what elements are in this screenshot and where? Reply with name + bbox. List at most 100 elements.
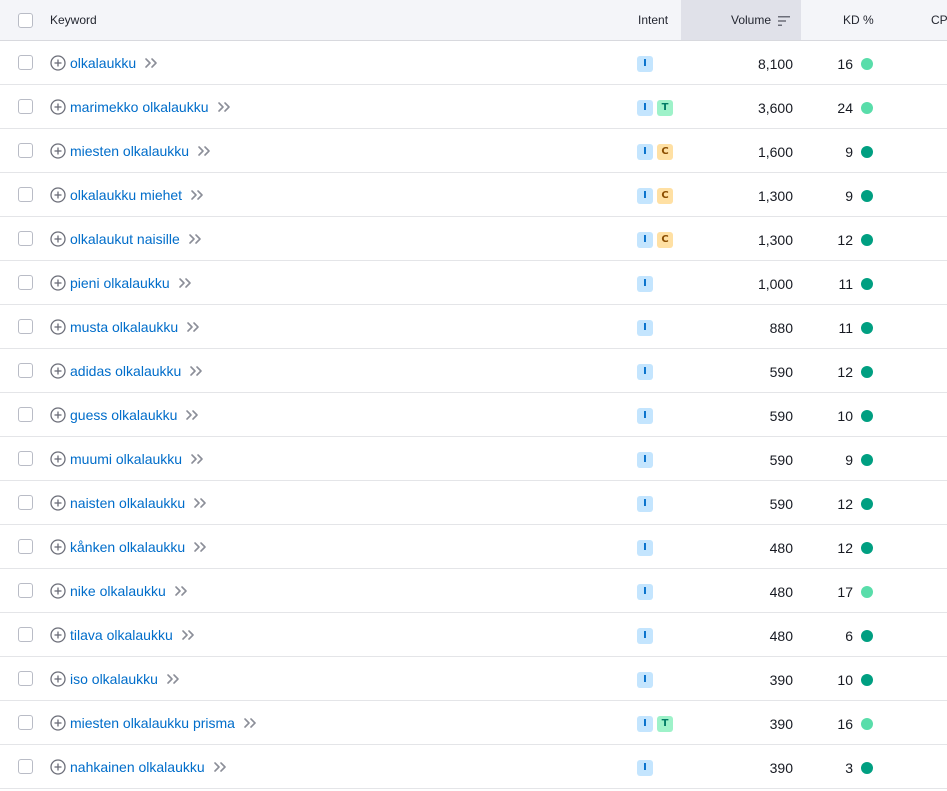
keyword-overview-chevrons-icon[interactable] — [213, 761, 227, 773]
volume-column-header[interactable]: Volume — [731, 0, 791, 40]
keyword-link[interactable]: tilava olkalaukku — [70, 627, 173, 643]
add-to-list-plus-icon[interactable] — [50, 495, 66, 511]
intent-badge-I[interactable]: I — [637, 540, 653, 556]
intent-badge-C[interactable]: C — [657, 144, 673, 160]
row-checkbox[interactable] — [18, 759, 33, 774]
kd-column-header[interactable]: KD % — [843, 0, 874, 40]
row-checkbox[interactable] — [18, 99, 33, 114]
add-to-list-plus-icon[interactable] — [50, 715, 66, 731]
keyword-link[interactable]: adidas olkalaukku — [70, 363, 181, 379]
add-to-list-plus-icon[interactable] — [50, 99, 66, 115]
keyword-overview-chevrons-icon[interactable] — [197, 145, 211, 157]
intent-badge-I[interactable]: I — [637, 672, 653, 688]
row-checkbox[interactable] — [18, 451, 33, 466]
cpc-column-header[interactable]: CP — [931, 0, 947, 40]
keyword-link[interactable]: nike olkalaukku — [70, 583, 166, 599]
row-checkbox[interactable] — [18, 539, 33, 554]
intent-badge-I[interactable]: I — [637, 276, 653, 292]
add-to-list-plus-icon[interactable] — [50, 539, 66, 555]
intent-badge-I[interactable]: I — [637, 100, 653, 116]
intent-badge-T[interactable]: T — [657, 100, 673, 116]
keyword-overview-chevrons-icon[interactable] — [181, 629, 195, 641]
add-to-list-plus-icon[interactable] — [50, 583, 66, 599]
keyword-link[interactable]: olkalaukut naisille — [70, 231, 180, 247]
add-to-list-plus-icon[interactable] — [50, 451, 66, 467]
add-to-list-plus-icon[interactable] — [50, 275, 66, 291]
keyword-overview-chevrons-icon[interactable] — [178, 277, 192, 289]
keyword-overview-chevrons-icon[interactable] — [190, 453, 204, 465]
intent-badge-I[interactable]: I — [637, 364, 653, 380]
row-checkbox[interactable] — [18, 627, 33, 642]
intent-badge-T[interactable]: T — [657, 716, 673, 732]
keyword-overview-chevrons-icon[interactable] — [243, 717, 257, 729]
keyword-overview-chevrons-icon[interactable] — [186, 321, 200, 333]
keyword-link[interactable]: naisten olkalaukku — [70, 495, 185, 511]
row-checkbox[interactable] — [18, 715, 33, 730]
keyword-link[interactable]: guess olkalaukku — [70, 407, 177, 423]
row-checkbox[interactable] — [18, 143, 33, 158]
keyword-link[interactable]: pieni olkalaukku — [70, 275, 170, 291]
intent-badge-I[interactable]: I — [637, 144, 653, 160]
intent-badge-I[interactable]: I — [637, 188, 653, 204]
keyword-link[interactable]: marimekko olkalaukku — [70, 99, 209, 115]
row-checkbox[interactable] — [18, 231, 33, 246]
intent-badge-I[interactable]: I — [637, 452, 653, 468]
keyword-link[interactable]: muumi olkalaukku — [70, 451, 182, 467]
volume-value: 480 — [769, 584, 793, 600]
keyword-overview-chevrons-icon[interactable] — [166, 673, 180, 685]
keyword-link[interactable]: kånken olkalaukku — [70, 539, 185, 555]
keyword-cell: olkalaukku miehet — [70, 173, 204, 217]
keyword-overview-chevrons-icon[interactable] — [190, 189, 204, 201]
intent-badge-C[interactable]: C — [657, 188, 673, 204]
intent-column-header[interactable]: Intent — [638, 0, 668, 40]
intent-badge-I[interactable]: I — [637, 496, 653, 512]
intent-badge-I[interactable]: I — [637, 232, 653, 248]
add-to-list-plus-icon[interactable] — [50, 231, 66, 247]
keyword-link[interactable]: olkalaukku miehet — [70, 187, 182, 203]
row-checkbox[interactable] — [18, 495, 33, 510]
keyword-overview-chevrons-icon[interactable] — [193, 497, 207, 509]
row-checkbox[interactable] — [18, 319, 33, 334]
row-checkbox[interactable] — [18, 187, 33, 202]
sort-descending-icon[interactable] — [777, 15, 791, 27]
keyword-overview-chevrons-icon[interactable] — [188, 233, 202, 245]
row-checkbox[interactable] — [18, 55, 33, 70]
keyword-overview-chevrons-icon[interactable] — [144, 57, 158, 69]
row-checkbox[interactable] — [18, 671, 33, 686]
intent-badge-C[interactable]: C — [657, 232, 673, 248]
add-to-list-plus-icon[interactable] — [50, 319, 66, 335]
keyword-link[interactable]: miesten olkalaukku — [70, 143, 189, 159]
keyword-overview-chevrons-icon[interactable] — [174, 585, 188, 597]
add-to-list-plus-icon[interactable] — [50, 55, 66, 71]
add-to-list-plus-icon[interactable] — [50, 363, 66, 379]
row-checkbox[interactable] — [18, 407, 33, 422]
keyword-link[interactable]: musta olkalaukku — [70, 319, 178, 335]
intent-badge-I[interactable]: I — [637, 716, 653, 732]
keyword-column-header[interactable]: Keyword — [50, 0, 97, 40]
add-to-list-plus-icon[interactable] — [50, 671, 66, 687]
intent-badge-I[interactable]: I — [637, 760, 653, 776]
select-all-checkbox[interactable] — [18, 13, 33, 28]
keyword-overview-chevrons-icon[interactable] — [217, 101, 231, 113]
keyword-link[interactable]: miesten olkalaukku prisma — [70, 715, 235, 731]
keyword-link[interactable]: iso olkalaukku — [70, 671, 158, 687]
add-to-list-plus-icon[interactable] — [50, 143, 66, 159]
add-to-list-plus-icon[interactable] — [50, 759, 66, 775]
intent-badge-I[interactable]: I — [637, 56, 653, 72]
keyword-overview-chevrons-icon[interactable] — [185, 409, 199, 421]
add-to-list-plus-icon[interactable] — [50, 407, 66, 423]
row-checkbox[interactable] — [18, 363, 33, 378]
add-to-list-plus-icon[interactable] — [50, 187, 66, 203]
keyword-link[interactable]: olkalaukku — [70, 55, 136, 71]
row-checkbox[interactable] — [18, 583, 33, 598]
row-checkbox[interactable] — [18, 275, 33, 290]
keyword-overview-chevrons-icon[interactable] — [193, 541, 207, 553]
intent-badge-I[interactable]: I — [637, 584, 653, 600]
intent-badge-I[interactable]: I — [637, 628, 653, 644]
intent-badge-I[interactable]: I — [637, 408, 653, 424]
intent-badge-I[interactable]: I — [637, 320, 653, 336]
volume-value: 590 — [769, 496, 793, 512]
add-to-list-plus-icon[interactable] — [50, 627, 66, 643]
keyword-link[interactable]: nahkainen olkalaukku — [70, 759, 205, 775]
keyword-overview-chevrons-icon[interactable] — [189, 365, 203, 377]
